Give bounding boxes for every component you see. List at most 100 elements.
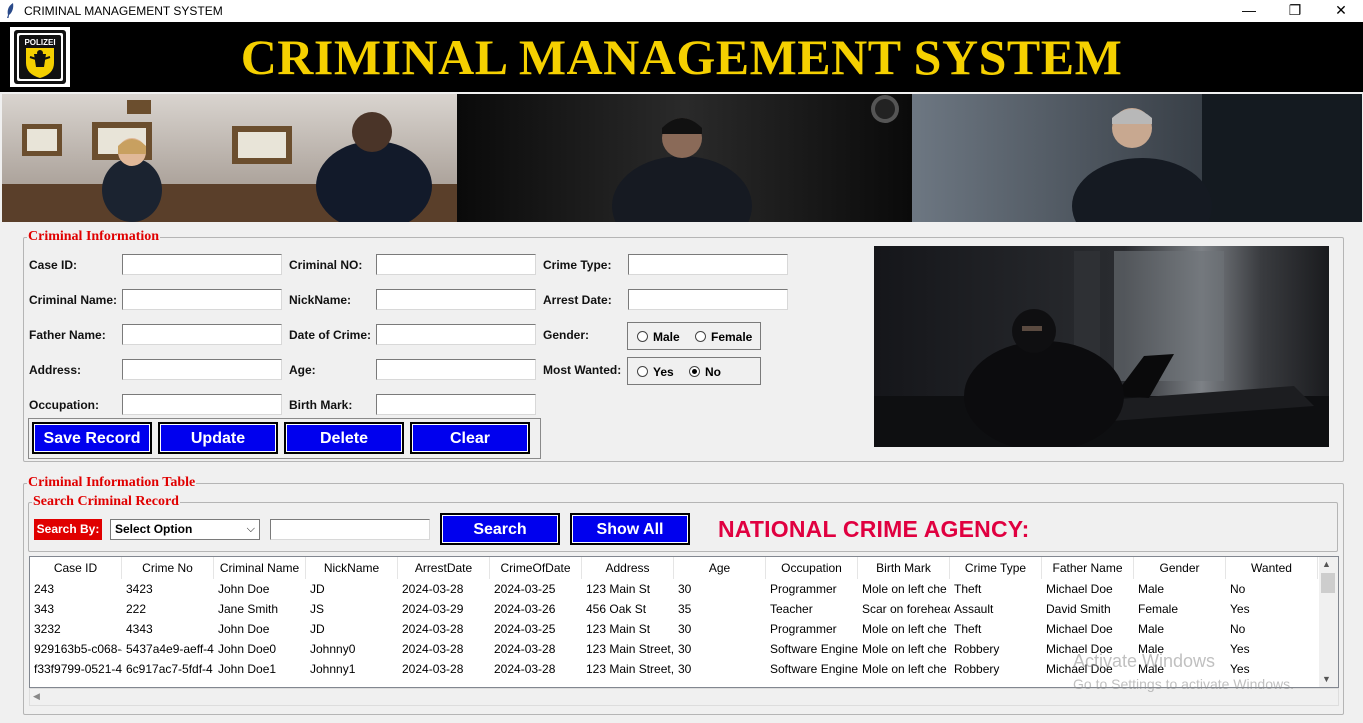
close-button[interactable]: ✕ xyxy=(1318,0,1363,22)
father-name-label: Father Name: xyxy=(29,328,106,342)
scroll-up-icon[interactable]: ▲ xyxy=(1322,559,1331,569)
table-cell: 123 Main St xyxy=(586,582,651,596)
table-cell: 35 xyxy=(678,602,692,616)
criminal-no-input[interactable] xyxy=(376,254,536,275)
criminal-name-input[interactable] xyxy=(122,289,282,310)
scroll-thumb[interactable] xyxy=(1321,573,1335,593)
maximize-button[interactable]: ❐ xyxy=(1272,0,1318,22)
column-header[interactable]: Wanted xyxy=(1226,557,1318,579)
column-header[interactable]: Father Name xyxy=(1042,557,1134,579)
radio-selected-icon xyxy=(689,366,700,377)
table-cell: Programmer xyxy=(770,622,837,636)
activation-watermark: Activate Windows xyxy=(1073,651,1216,671)
table-cell: Michael Doe xyxy=(1046,582,1113,596)
table-cell: 2024-03-25 xyxy=(494,622,556,636)
table-cell: 30 xyxy=(678,582,692,596)
gender-male-label: Male xyxy=(653,330,680,344)
table-cell: No xyxy=(1230,622,1246,636)
search-button[interactable]: Search xyxy=(440,513,560,545)
address-input[interactable] xyxy=(122,359,282,380)
column-header[interactable]: Case ID xyxy=(30,557,122,579)
criminal-name-label: Criminal Name: xyxy=(29,293,118,307)
most-wanted-yes-radio[interactable]: Yes xyxy=(637,365,674,379)
nickname-input[interactable] xyxy=(376,289,536,310)
scroll-down-icon[interactable]: ▼ xyxy=(1322,674,1331,684)
clear-button[interactable]: Clear xyxy=(410,422,530,454)
occupation-label: Occupation: xyxy=(29,398,100,412)
gender-female-radio[interactable]: Female xyxy=(695,330,752,344)
table-cell: 123 Main Street, xyxy=(586,642,674,656)
table-cell: 5437a4e9-aeff-4 xyxy=(126,642,214,656)
date-of-crime-input[interactable] xyxy=(376,324,536,345)
table-cell: 456 Oak St xyxy=(586,602,647,616)
search-by-label: Search By: xyxy=(34,519,102,540)
update-button[interactable]: Update xyxy=(158,422,278,454)
table-cell: 123 Main St xyxy=(586,622,651,636)
birth-mark-input[interactable] xyxy=(376,394,536,415)
delete-button[interactable]: Delete xyxy=(284,422,404,454)
table-cell: David Smith xyxy=(1046,602,1111,616)
column-header[interactable]: Crime No xyxy=(122,557,214,579)
radio-icon xyxy=(637,331,648,342)
table-cell: Robbery xyxy=(954,642,1000,656)
column-header[interactable]: Birth Mark xyxy=(858,557,950,579)
table-cell: Yes xyxy=(1230,602,1250,616)
column-header[interactable]: Age xyxy=(674,557,766,579)
table-cell: Assault xyxy=(954,602,994,616)
arrest-date-label: Arrest Date: xyxy=(543,293,612,307)
column-header[interactable]: CrimeOfDate xyxy=(490,557,582,579)
window-titlebar: CRIMINAL MANAGEMENT SYSTEM — ❐ ✕ xyxy=(0,0,1363,22)
table-cell: Michael Doe xyxy=(1046,622,1113,636)
search-legend: Search Criminal Record xyxy=(33,494,179,509)
column-header[interactable]: Crime Type xyxy=(950,557,1042,579)
column-header[interactable]: Occupation xyxy=(766,557,858,579)
crime-type-input[interactable] xyxy=(628,254,788,275)
table-cell: Scar on foreheac xyxy=(862,602,950,616)
table-row[interactable]: 3232 4343 John Doe JD 2024-03-28 2024-03-25 12… xyxy=(30,619,1320,639)
column-header[interactable]: ArrestDate xyxy=(398,557,490,579)
table-cell: Programmer xyxy=(770,582,837,596)
date-of-crime-label: Date of Crime: xyxy=(289,328,372,342)
age-input[interactable] xyxy=(376,359,536,380)
show-all-button[interactable]: Show All xyxy=(570,513,690,545)
table-cell: 4343 xyxy=(126,622,153,636)
column-header[interactable]: Criminal Name xyxy=(214,557,306,579)
table-cell: 123 Main Street, xyxy=(586,662,674,676)
case-id-input[interactable] xyxy=(122,254,282,275)
table-cell: 2024-03-28 xyxy=(402,582,464,596)
table-row[interactable]: 343 222 Jane Smith JS 2024-03-29 2024-03-26 45… xyxy=(30,599,1320,619)
birth-mark-label: Birth Mark: xyxy=(289,398,353,412)
arrest-date-input[interactable] xyxy=(628,289,788,310)
table-cell: 222 xyxy=(126,602,147,616)
vertical-scrollbar[interactable]: ▲ ▼ xyxy=(1319,557,1338,687)
column-header[interactable]: Gender xyxy=(1134,557,1226,579)
table-cell: 3232 xyxy=(34,622,61,636)
father-name-input[interactable] xyxy=(122,324,282,345)
table-cell: 6c917ac7-5fdf-4 xyxy=(126,662,213,676)
gender-male-radio[interactable]: Male xyxy=(637,330,680,344)
column-header[interactable]: NickName xyxy=(306,557,398,579)
table-cell: 30 xyxy=(678,662,692,676)
most-wanted-no-radio[interactable]: No xyxy=(689,365,721,379)
minimize-button[interactable]: — xyxy=(1226,0,1272,22)
table-cell: Yes xyxy=(1230,642,1250,656)
search-by-select[interactable]: Select Option ⌵ xyxy=(110,519,260,540)
table-cell: Mole on left che xyxy=(862,642,947,656)
table-cell: Johnny0 xyxy=(310,642,356,656)
table-cell: Johnny1 xyxy=(310,662,356,676)
gender-radio-group: Male Female xyxy=(627,322,761,350)
table-cell: John Doe xyxy=(218,622,270,636)
table-cell: Theft xyxy=(954,622,982,636)
column-header[interactable]: Address xyxy=(582,557,674,579)
chevron-down-icon: ⌵ xyxy=(246,523,255,535)
crime-type-label: Crime Type: xyxy=(543,258,612,272)
occupation-input[interactable] xyxy=(122,394,282,415)
save-record-button[interactable]: Save Record xyxy=(32,422,152,454)
table-cell: Software Engine xyxy=(770,642,858,656)
criminal-information-legend: Criminal Information xyxy=(28,229,160,244)
scroll-left-icon[interactable]: ◀ xyxy=(33,691,40,702)
table-row[interactable]: 243 3423 John Doe JD 2024-03-28 2024-03-25 123… xyxy=(30,579,1320,599)
table-cell: John Doe0 xyxy=(218,642,277,656)
search-input[interactable] xyxy=(270,519,430,540)
table-cell: 2024-03-28 xyxy=(494,662,556,676)
